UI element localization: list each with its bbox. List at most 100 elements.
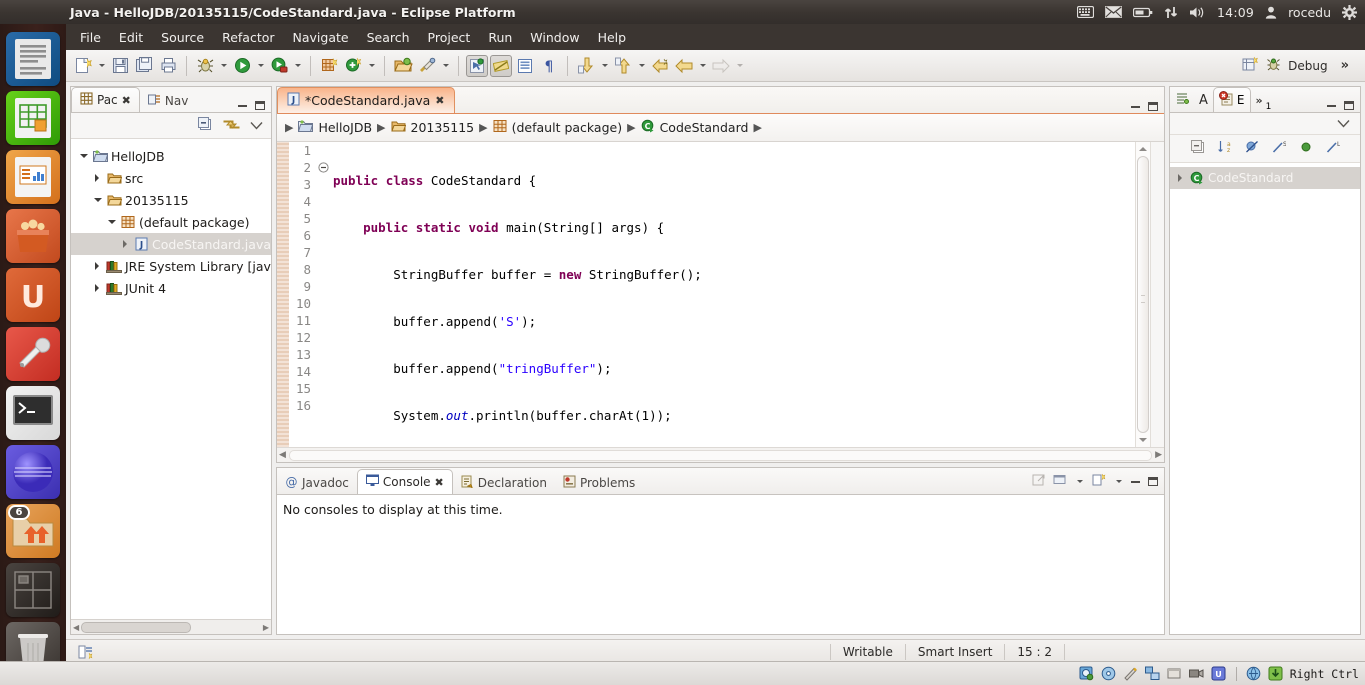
- menu-search[interactable]: Search: [367, 30, 410, 45]
- menu-refactor[interactable]: Refactor: [222, 30, 274, 45]
- launcher-item-system-settings[interactable]: [6, 327, 60, 381]
- console-dropdown-icon[interactable]: [1074, 470, 1085, 492]
- search-dropdown[interactable]: [440, 55, 451, 77]
- launcher-item-calc[interactable]: [6, 91, 60, 145]
- breadcrumb-item-folder[interactable]: 20135115: [411, 120, 475, 135]
- video-capture-icon[interactable]: [1189, 666, 1205, 682]
- scroll-up-icon[interactable]: [1137, 142, 1150, 155]
- editor-vertical-scrollbar[interactable]: [1135, 142, 1150, 447]
- tree-item-src[interactable]: src: [71, 167, 271, 189]
- collapse-all-icon[interactable]: [198, 116, 213, 135]
- perspective-label[interactable]: Debug: [1288, 59, 1327, 73]
- scroll-left-icon[interactable]: ◀: [279, 450, 286, 460]
- print-icon[interactable]: [157, 55, 179, 77]
- new-console-view-icon[interactable]: [1092, 473, 1106, 490]
- tab-javadoc[interactable]: @ Javadoc: [277, 471, 357, 494]
- breadcrumb-chevron-icon[interactable]: ▶: [285, 121, 293, 134]
- tree-item-default-package[interactable]: (default package): [71, 211, 271, 233]
- mouse-integration-icon[interactable]: [1246, 666, 1262, 682]
- tree-item-codestandard-java[interactable]: J CodeStandard.java: [71, 233, 271, 255]
- scroll-down-icon[interactable]: [1137, 434, 1150, 447]
- menu-file[interactable]: File: [80, 30, 101, 45]
- view-menu-icon[interactable]: [250, 119, 263, 133]
- scroll-right-icon[interactable]: ▶: [1155, 450, 1162, 460]
- username[interactable]: rocedu: [1288, 5, 1331, 20]
- display-selected-console-icon[interactable]: [1053, 473, 1067, 490]
- forward-icon[interactable]: [710, 55, 732, 77]
- breadcrumb-item-class[interactable]: CodeStandard: [660, 120, 749, 135]
- tree-item-jre-system-library[interactable]: JRE System Library [jav: [71, 255, 271, 277]
- floppy-icon[interactable]: [1123, 666, 1139, 682]
- search-icon[interactable]: [416, 55, 438, 77]
- menu-project[interactable]: Project: [428, 30, 471, 45]
- run-coverage-dropdown[interactable]: [292, 55, 303, 77]
- scrollbar-track[interactable]: [288, 449, 1153, 461]
- back-icon[interactable]: [673, 55, 695, 77]
- link-with-editor-icon[interactable]: [223, 117, 240, 135]
- save-icon[interactable]: [109, 55, 131, 77]
- hide-nonpublic-icon[interactable]: [1299, 140, 1313, 157]
- breadcrumb-chevron-icon[interactable]: ▶: [377, 121, 385, 134]
- maximize-icon[interactable]: [255, 101, 265, 110]
- perspective-debug-icon[interactable]: [1266, 57, 1281, 75]
- tab-declaration[interactable]: Declaration: [453, 471, 555, 494]
- tab-error-log[interactable]: E: [1212, 87, 1251, 112]
- shared-folders-icon[interactable]: [1167, 666, 1183, 682]
- outline-tree[interactable]: C CodeStandard: [1170, 163, 1360, 634]
- launcher-item-terminal[interactable]: [6, 386, 60, 440]
- breadcrumb-item-project[interactable]: HelloJDB: [318, 120, 372, 135]
- host-key-icon[interactable]: [1268, 666, 1284, 682]
- launcher-item-files[interactable]: 6: [6, 504, 60, 558]
- run-dropdown[interactable]: [255, 55, 266, 77]
- launcher-item-ubuntu-one[interactable]: U: [6, 268, 60, 322]
- minimize-icon[interactable]: [1131, 480, 1140, 483]
- new-java-class-icon[interactable]: [318, 55, 340, 77]
- minimize-icon[interactable]: [1131, 105, 1140, 108]
- menu-edit[interactable]: Edit: [119, 30, 143, 45]
- menu-run[interactable]: Run: [488, 30, 512, 45]
- outline-item-codestandard[interactable]: C CodeStandard: [1170, 167, 1360, 189]
- tree-item-junit4[interactable]: JUnit 4: [71, 277, 271, 299]
- toolbar-overflow-chevron[interactable]: »: [1335, 58, 1355, 73]
- folding-ruler[interactable]: [317, 142, 331, 447]
- gear-icon[interactable]: [1342, 4, 1357, 20]
- optical-disk-icon[interactable]: [1101, 666, 1117, 682]
- twisty-icon[interactable]: [77, 150, 91, 162]
- back-dropdown[interactable]: [697, 55, 708, 77]
- open-type-icon[interactable]: [392, 55, 414, 77]
- tab-codestandard-java[interactable]: J *CodeStandard.java ✖: [277, 87, 455, 113]
- volume-icon[interactable]: [1189, 6, 1206, 19]
- collapse-all-icon[interactable]: [1190, 140, 1205, 157]
- new-java-project-dropdown[interactable]: [366, 55, 377, 77]
- launcher-item-software-center[interactable]: [6, 209, 60, 263]
- twisty-icon[interactable]: [91, 194, 105, 206]
- tab-annotations[interactable]: A: [1194, 89, 1213, 112]
- view-menu-icon[interactable]: [1337, 117, 1350, 131]
- usb-icon[interactable]: U: [1211, 666, 1227, 682]
- hide-static-icon[interactable]: S: [1272, 140, 1287, 157]
- launcher-item-impress[interactable]: [6, 150, 60, 204]
- show-whitespace-icon[interactable]: ¶: [538, 55, 560, 77]
- minimize-icon[interactable]: [238, 104, 247, 107]
- menu-help[interactable]: Help: [598, 30, 627, 45]
- maximize-icon[interactable]: [1344, 101, 1354, 110]
- breadcrumb-chevron-icon[interactable]: ▶: [479, 121, 487, 134]
- next-annotation-icon[interactable]: [575, 55, 597, 77]
- breadcrumb-chevron-icon[interactable]: ▶: [627, 121, 635, 134]
- save-all-icon[interactable]: [133, 55, 155, 77]
- close-icon[interactable]: ✖: [122, 94, 131, 107]
- clock[interactable]: 14:09: [1217, 5, 1254, 20]
- next-annotation-dropdown[interactable]: [599, 55, 610, 77]
- new-console-dropdown-icon[interactable]: [1113, 470, 1124, 492]
- source-code[interactable]: public class CodeStandard { public stati…: [331, 142, 1135, 447]
- toggle-block-selection-icon[interactable]: [514, 55, 536, 77]
- run-coverage-icon[interactable]: [268, 55, 290, 77]
- network-icon[interactable]: [1164, 6, 1178, 19]
- project-tree[interactable]: HelloJDB src 20135115 (default package) …: [71, 139, 271, 619]
- menu-window[interactable]: Window: [530, 30, 579, 45]
- run-icon[interactable]: [231, 55, 253, 77]
- tab-package-explorer[interactable]: Pac ✖: [71, 87, 140, 112]
- user-avatar-icon[interactable]: [1265, 6, 1277, 19]
- skip-breakpoints-icon[interactable]: [490, 54, 512, 77]
- launcher-item-eclipse[interactable]: [6, 445, 60, 499]
